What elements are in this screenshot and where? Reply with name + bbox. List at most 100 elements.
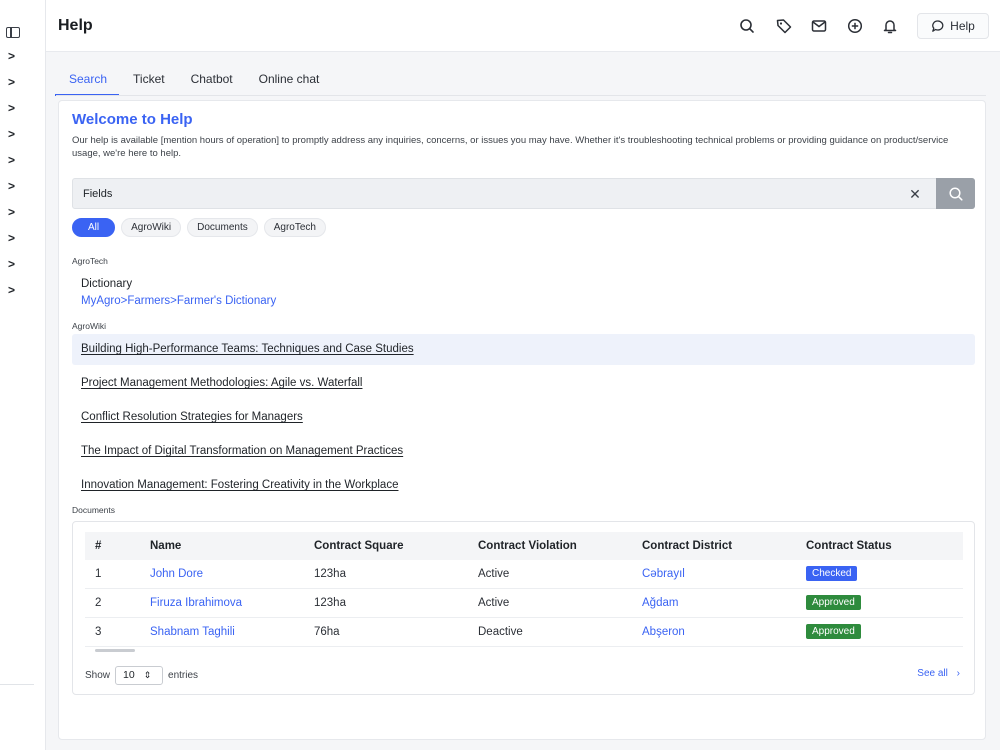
chevron-right-icon[interactable]: > xyxy=(8,49,18,63)
filter-agrowiki[interactable]: AgroWiki xyxy=(121,218,182,237)
section-label-agrowiki: AgroWiki xyxy=(72,321,107,331)
column-header-number: # xyxy=(95,540,102,552)
breadcrumb-separator: > xyxy=(170,295,177,307)
column-header-contract-status[interactable]: Contract Status xyxy=(806,540,892,552)
tab-chatbot[interactable]: Chatbot xyxy=(191,70,233,94)
table-row[interactable]: 2 Firuza Ibrahimova 123ha Active Ağdam A… xyxy=(85,589,963,618)
help-panel: Welcome to Help Our help is available [m… xyxy=(58,100,986,740)
mail-icon[interactable] xyxy=(810,17,828,35)
result-title-dictionary[interactable]: Dictionary xyxy=(81,278,132,290)
chevron-right-icon[interactable]: > xyxy=(8,231,18,245)
left-rail: > > > > > > > > > > xyxy=(0,0,46,750)
status-badge: Approved xyxy=(806,624,861,639)
filter-all[interactable]: All xyxy=(72,218,116,237)
tab-search[interactable]: Search xyxy=(54,70,120,96)
rail-divider xyxy=(0,684,34,685)
cell-name-link[interactable]: Shabnam Taghili xyxy=(150,626,235,638)
chevron-right-icon[interactable]: > xyxy=(8,127,18,141)
tab-ticket[interactable]: Ticket xyxy=(133,70,165,94)
table-row[interactable]: 1 John Dore 123ha Active Cəbrayıl Checke… xyxy=(85,560,963,589)
table-row[interactable]: 3 Shabnam Taghili 76ha Deactive Abşeron … xyxy=(85,618,963,647)
filter-chips: All AgroWiki Documents AgroTech xyxy=(72,218,326,237)
column-header-contract-violation[interactable]: Contract Violation xyxy=(478,540,577,552)
page-title: Help xyxy=(58,17,93,34)
column-header-contract-square[interactable]: Contract Square xyxy=(314,540,403,552)
search-input[interactable] xyxy=(83,184,883,204)
horizontal-scrollbar[interactable] xyxy=(95,649,135,652)
cell-district-link[interactable]: Abşeron xyxy=(642,626,685,638)
cell-name-link[interactable]: John Dore xyxy=(150,568,203,580)
see-all-label: See all xyxy=(917,668,948,679)
chevron-right-icon[interactable]: > xyxy=(8,283,18,297)
entries-control: Show 10 ⇕ entries xyxy=(85,666,198,685)
chevron-right-icon[interactable]: > xyxy=(8,179,18,193)
column-header-name[interactable]: Name xyxy=(150,540,181,552)
search-bar: ✕ xyxy=(72,178,975,209)
chevron-right-icon[interactable]: > xyxy=(8,75,18,89)
tab-bar: Search Ticket Chatbot Online chat xyxy=(54,70,345,96)
cell-district-link[interactable]: Cəbrayıl xyxy=(642,568,685,580)
filter-agrotech[interactable]: AgroTech xyxy=(263,218,326,237)
wiki-link[interactable]: Innovation Management: Fostering Creativ… xyxy=(81,479,398,491)
entries-label: entries xyxy=(168,670,199,681)
chevron-right-icon[interactable]: > xyxy=(8,257,18,271)
entries-value: 10 xyxy=(123,669,135,681)
tag-icon[interactable] xyxy=(775,17,793,35)
select-arrows-icon: ⇕ xyxy=(143,670,152,680)
column-header-contract-district[interactable]: Contract District xyxy=(642,540,732,552)
cell-number: 3 xyxy=(95,626,102,638)
chevron-right-icon: › xyxy=(956,668,960,679)
list-item[interactable]: Project Management Methodologies: Agile … xyxy=(72,368,975,399)
table-header: # Name Contract Square Contract Violatio… xyxy=(85,532,963,560)
status-badge: Checked xyxy=(806,566,858,581)
list-item[interactable]: Conflict Resolution Strategies for Manag… xyxy=(72,402,975,433)
breadcrumb: MyAgro>Farmers>Farmer's Dictionary xyxy=(81,295,276,307)
search-submit-button[interactable] xyxy=(936,178,975,209)
list-item[interactable]: Innovation Management: Fostering Creativ… xyxy=(72,470,975,501)
help-button-label: Help xyxy=(950,19,975,33)
top-header: Help Help xyxy=(46,0,1000,52)
entries-select[interactable]: 10 ⇕ xyxy=(115,666,164,685)
welcome-description: Our help is available [mention hours of … xyxy=(72,135,949,159)
help-button[interactable]: Help xyxy=(917,13,989,39)
cell-violation: Deactive xyxy=(478,626,523,638)
cell-violation: Active xyxy=(478,568,510,580)
welcome-title: Welcome to Help xyxy=(72,111,193,128)
cell-number: 2 xyxy=(95,597,102,609)
sidebar-toggle-icon[interactable] xyxy=(6,27,20,38)
search-icon xyxy=(948,186,963,201)
tab-online-chat[interactable]: Online chat xyxy=(259,70,320,94)
wiki-link[interactable]: The Impact of Digital Transformation on … xyxy=(81,445,403,457)
section-label-documents: Documents xyxy=(72,505,115,515)
list-item[interactable]: Building High-Performance Teams: Techniq… xyxy=(72,334,975,365)
cell-square: 76ha xyxy=(314,626,340,638)
chat-icon xyxy=(932,20,944,32)
show-label: Show xyxy=(85,670,111,681)
cell-number: 1 xyxy=(95,568,102,580)
bell-icon[interactable] xyxy=(881,17,899,35)
status-badge: Approved xyxy=(806,595,861,610)
cell-violation: Active xyxy=(478,597,510,609)
cell-square: 123ha xyxy=(314,568,346,580)
cell-district-link[interactable]: Ağdam xyxy=(642,597,678,609)
documents-table-card: # Name Contract Square Contract Violatio… xyxy=(72,521,975,695)
see-all-link[interactable]: See all › xyxy=(917,668,960,679)
wiki-link[interactable]: Conflict Resolution Strategies for Manag… xyxy=(81,411,303,423)
list-item[interactable]: The Impact of Digital Transformation on … xyxy=(72,436,975,467)
plus-circle-icon[interactable] xyxy=(846,17,864,35)
tab-divider xyxy=(56,95,986,96)
chevron-right-icon[interactable]: > xyxy=(8,153,18,167)
cell-name-link[interactable]: Firuza Ibrahimova xyxy=(150,597,242,609)
wiki-link[interactable]: Project Management Methodologies: Agile … xyxy=(81,377,362,389)
chevron-right-icon[interactable]: > xyxy=(8,101,18,115)
breadcrumb-link-farmers-dictionary[interactable]: Farmer's Dictionary xyxy=(177,295,276,307)
breadcrumb-link-myagro[interactable]: MyAgro xyxy=(81,295,121,307)
search-icon[interactable] xyxy=(738,17,756,35)
section-label-agrotech: AgroTech xyxy=(72,256,108,266)
close-icon[interactable]: ✕ xyxy=(906,185,924,203)
breadcrumb-link-farmers[interactable]: Farmers xyxy=(127,295,170,307)
cell-square: 123ha xyxy=(314,597,346,609)
wiki-link[interactable]: Building High-Performance Teams: Techniq… xyxy=(81,343,414,355)
filter-documents[interactable]: Documents xyxy=(187,218,258,237)
chevron-right-icon[interactable]: > xyxy=(8,205,18,219)
